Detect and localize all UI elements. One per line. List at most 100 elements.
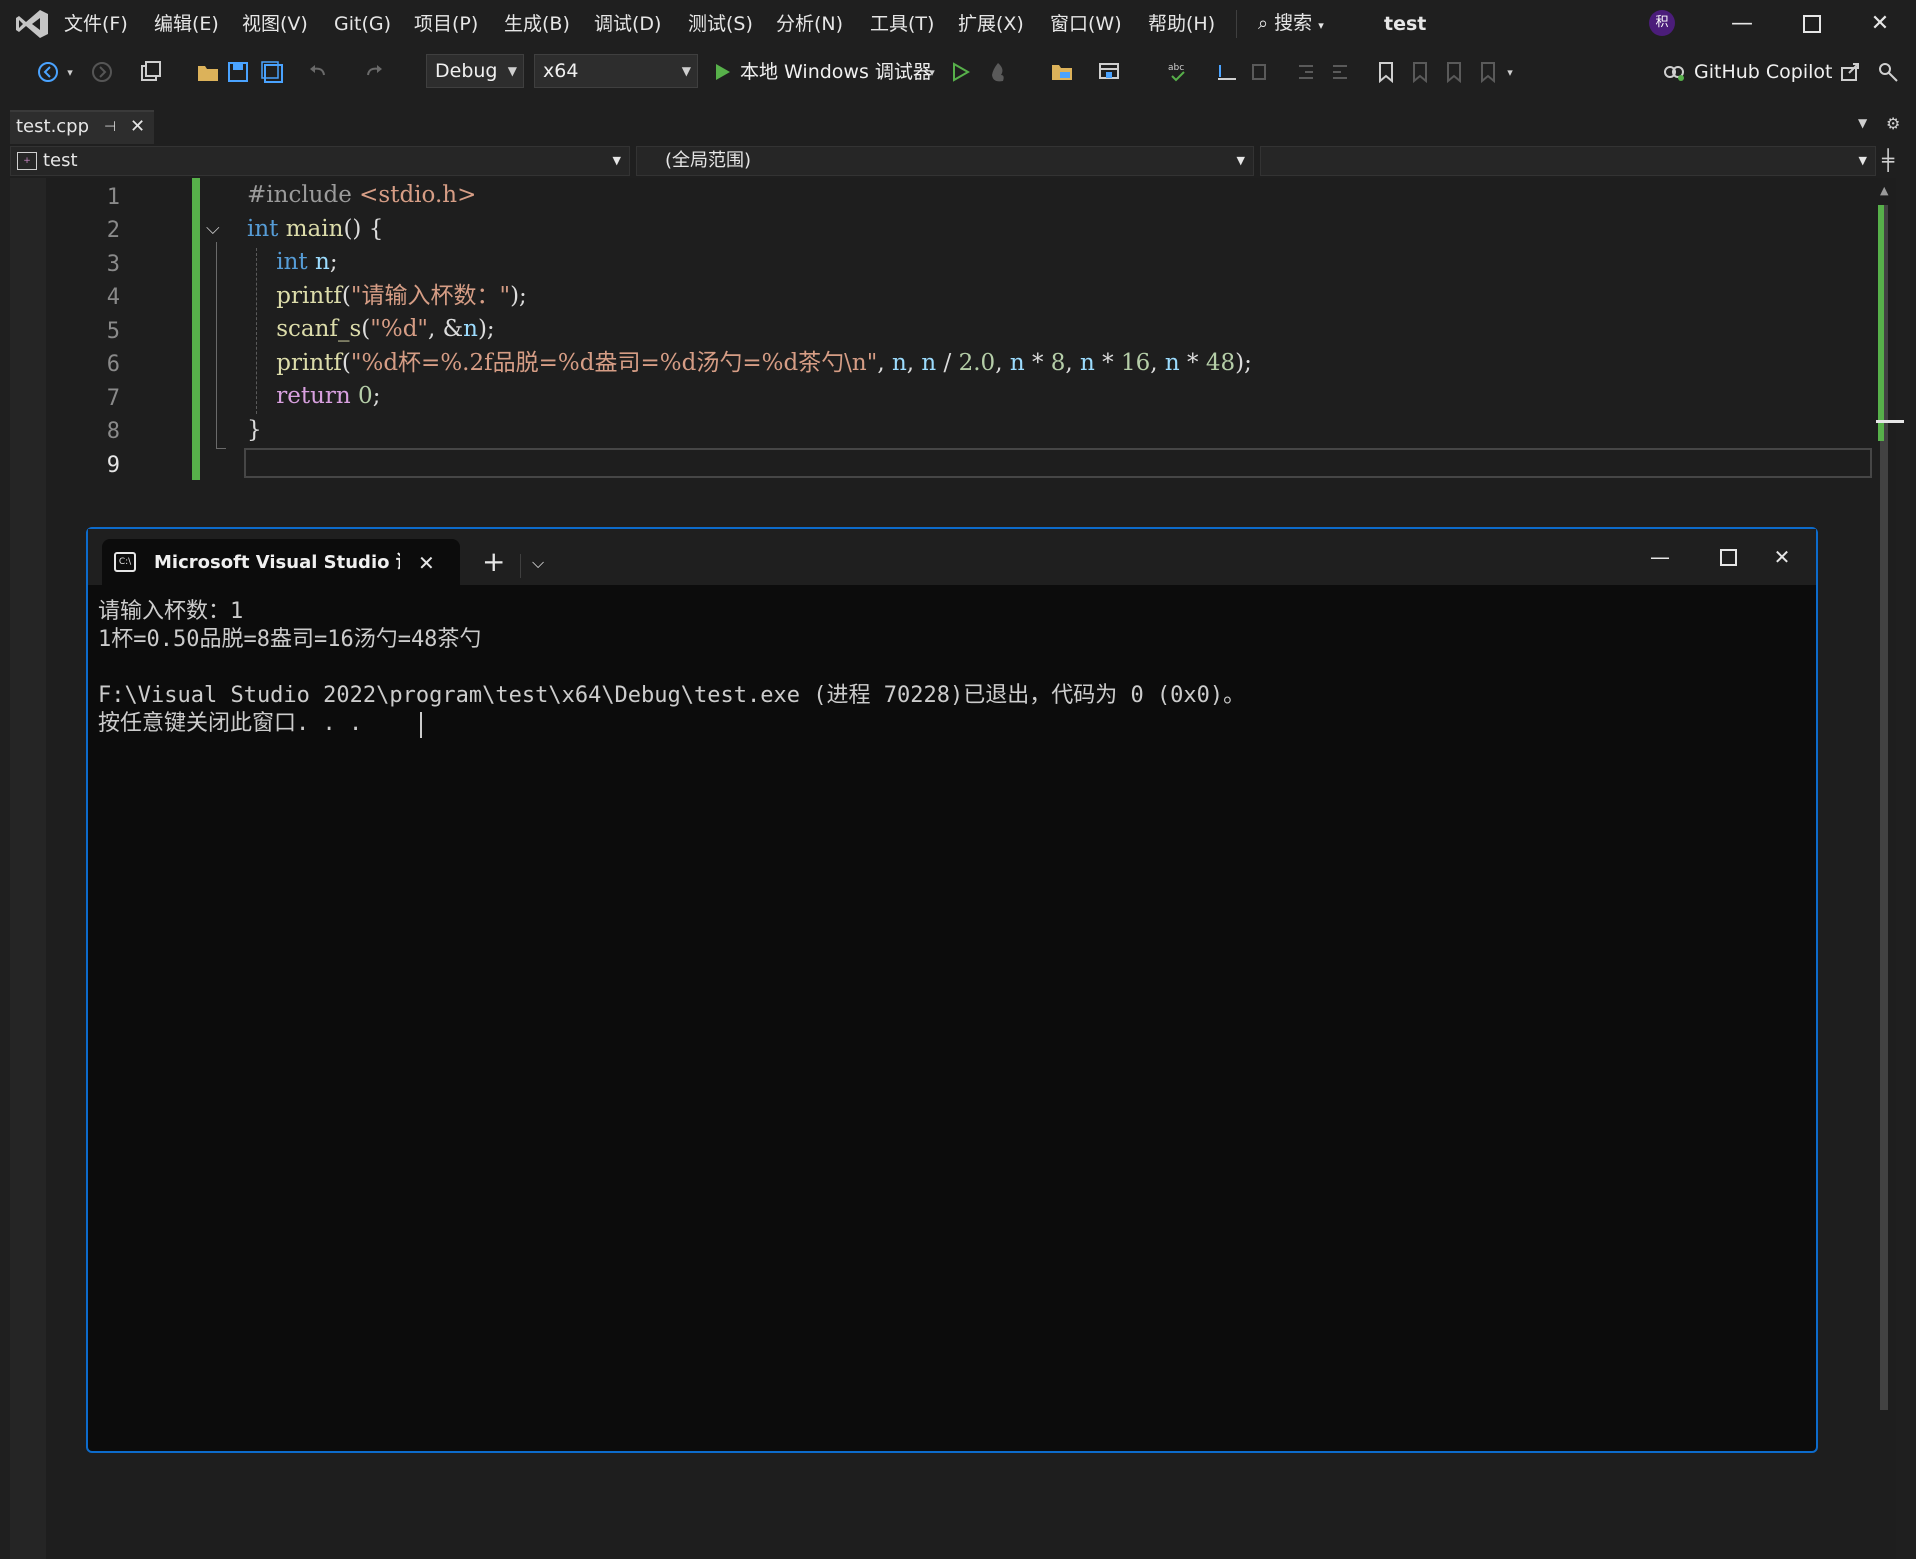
- chevron-down-icon: ▾: [1318, 19, 1324, 32]
- chevron-down-icon[interactable]: ▾: [924, 58, 940, 86]
- navigate-forward-icon[interactable]: [88, 58, 116, 86]
- maximize-icon: [1719, 548, 1737, 566]
- platform-value: x64: [543, 60, 579, 82]
- visual-studio-logo-icon[interactable]: [14, 8, 50, 40]
- line-number: 5: [106, 319, 120, 344]
- menu-view[interactable]: 视图(V): [242, 10, 308, 38]
- platform-select[interactable]: x64 ▼: [534, 54, 698, 88]
- start-debug-icon[interactable]: [708, 58, 736, 86]
- console-minimize-button[interactable]: —: [1630, 540, 1690, 574]
- project-dropdown[interactable]: + test ▼: [10, 146, 630, 176]
- project-label: test: [43, 150, 78, 171]
- prev-bookmark-icon[interactable]: [1406, 58, 1434, 86]
- close-button[interactable]: ✕: [1850, 6, 1910, 42]
- scroll-up-icon[interactable]: ▲: [1880, 184, 1888, 197]
- split-editor-icon[interactable]: ╪: [1882, 148, 1894, 172]
- menu-divider: [1236, 10, 1237, 38]
- console-close-button[interactable]: ✕: [1752, 540, 1812, 574]
- new-tab-icon[interactable]: +: [482, 544, 505, 580]
- chevron-down-icon: ▼: [507, 64, 517, 78]
- console-icon: C:\: [114, 552, 136, 572]
- current-line-highlight: [244, 448, 1872, 478]
- toolbar-overflow-icon[interactable]: ▾: [1502, 58, 1518, 86]
- menu-test[interactable]: 测试(S): [688, 10, 753, 38]
- save-icon[interactable]: [224, 58, 252, 86]
- save-all-icon[interactable]: [258, 58, 286, 86]
- run-debugger-button[interactable]: 本地 Windows 调试器: [740, 58, 932, 86]
- hot-reload-icon[interactable]: [984, 58, 1012, 86]
- configuration-select[interactable]: Debug ▼: [426, 54, 524, 88]
- menu-file[interactable]: 文件(F): [64, 10, 128, 38]
- solution-title: test: [1384, 13, 1427, 35]
- chevron-down-icon[interactable]: ⌵: [532, 548, 544, 578]
- layout-icon[interactable]: [1096, 58, 1124, 86]
- menu-git[interactable]: Git(G): [334, 10, 391, 38]
- undo-icon[interactable]: [304, 58, 332, 86]
- console-output-line: 按任意键关闭此窗口. . .: [98, 711, 363, 736]
- menu-build[interactable]: 生成(B): [504, 10, 570, 38]
- new-project-icon[interactable]: [136, 58, 164, 86]
- console-cursor: [420, 712, 422, 738]
- spell-check-icon[interactable]: abc: [1164, 58, 1192, 86]
- code-line-5: scanf_s("%d", &n);: [276, 316, 495, 342]
- fold-region-line: [216, 242, 217, 448]
- decrease-indent-icon[interactable]: [1292, 58, 1320, 86]
- bookmark-icon[interactable]: [1372, 58, 1400, 86]
- minimize-button[interactable]: —: [1712, 6, 1772, 42]
- member-dropdown[interactable]: ▼: [1260, 146, 1876, 176]
- comment-out-icon[interactable]: [1212, 58, 1240, 86]
- uncomment-icon[interactable]: [1246, 58, 1274, 86]
- tab-list-dropdown-icon[interactable]: ▼: [1858, 116, 1867, 130]
- copilot-icon[interactable]: [1660, 58, 1688, 86]
- console-maximize-button[interactable]: [1698, 540, 1758, 574]
- avatar[interactable]: 积: [1649, 10, 1675, 36]
- increase-indent-icon[interactable]: [1326, 58, 1354, 86]
- share-icon[interactable]: [1836, 58, 1864, 86]
- chevron-down-icon[interactable]: ▾: [62, 58, 78, 86]
- search-button[interactable]: ⌕ 搜索 ▾: [1258, 8, 1324, 38]
- chevron-down-icon: ▼: [1236, 154, 1245, 167]
- scope-dropdown[interactable]: (全局范围) ▼: [636, 146, 1254, 176]
- redo-icon[interactable]: [360, 58, 388, 86]
- fold-collapse-icon[interactable]: ⌵: [206, 218, 220, 239]
- git-change-marker: [192, 178, 200, 480]
- menu-help[interactable]: 帮助(H): [1148, 10, 1215, 38]
- scrollbar-change-marker: [1878, 205, 1884, 441]
- gear-icon[interactable]: ⚙: [1886, 114, 1900, 133]
- menu-analyze[interactable]: 分析(N): [776, 10, 843, 38]
- menu-extensions[interactable]: 扩展(X): [958, 10, 1024, 38]
- menu-edit[interactable]: 编辑(E): [154, 10, 219, 38]
- line-number: 2: [106, 218, 120, 243]
- console-output-line: 1杯=0.50品脱=8盎司=16汤勺=48茶勺: [98, 627, 482, 652]
- open-folder-icon[interactable]: [194, 58, 222, 86]
- start-without-debug-icon[interactable]: [946, 58, 974, 86]
- line-number: 4: [106, 285, 120, 310]
- menu-project[interactable]: 项目(P): [414, 10, 478, 38]
- chevron-down-icon: ▼: [681, 64, 691, 78]
- pin-icon[interactable]: ⊣: [104, 114, 116, 140]
- github-copilot-button[interactable]: GitHub Copilot: [1694, 58, 1832, 86]
- chevron-down-icon: ▼: [1858, 154, 1867, 167]
- clear-bookmarks-icon[interactable]: [1474, 58, 1502, 86]
- tab-close-icon[interactable]: ✕: [130, 112, 145, 142]
- line-number: 8: [106, 419, 120, 444]
- next-bookmark-icon[interactable]: [1440, 58, 1468, 86]
- menu-debug[interactable]: 调试(D): [594, 10, 661, 38]
- line-number: 3: [106, 252, 120, 277]
- configuration-value: Debug: [435, 60, 498, 82]
- menu-window[interactable]: 窗口(W): [1050, 10, 1122, 38]
- line-number-current: 9: [106, 453, 120, 478]
- code-line-6: printf("%d杯=%.2f品脱=%d盎司=%d汤勺=%d茶勺\n", n,…: [276, 350, 1252, 376]
- solution-explorer-icon[interactable]: [1048, 58, 1076, 86]
- chevron-down-icon: ▼: [612, 154, 621, 167]
- console-tab-label: Microsoft Visual Studio 调试控制台: [154, 552, 400, 573]
- feedback-icon[interactable]: [1874, 58, 1902, 86]
- console-tab-close-icon[interactable]: ✕: [418, 548, 435, 578]
- maximize-button[interactable]: [1782, 6, 1842, 42]
- document-tab-strip: [0, 110, 1916, 144]
- fold-region-end: [216, 448, 226, 449]
- debug-console-window[interactable]: [86, 527, 1818, 1453]
- menu-tools[interactable]: 工具(T): [870, 10, 934, 38]
- code-line-1: #include <stdio.h>: [247, 182, 477, 208]
- navigate-back-icon[interactable]: [34, 58, 62, 86]
